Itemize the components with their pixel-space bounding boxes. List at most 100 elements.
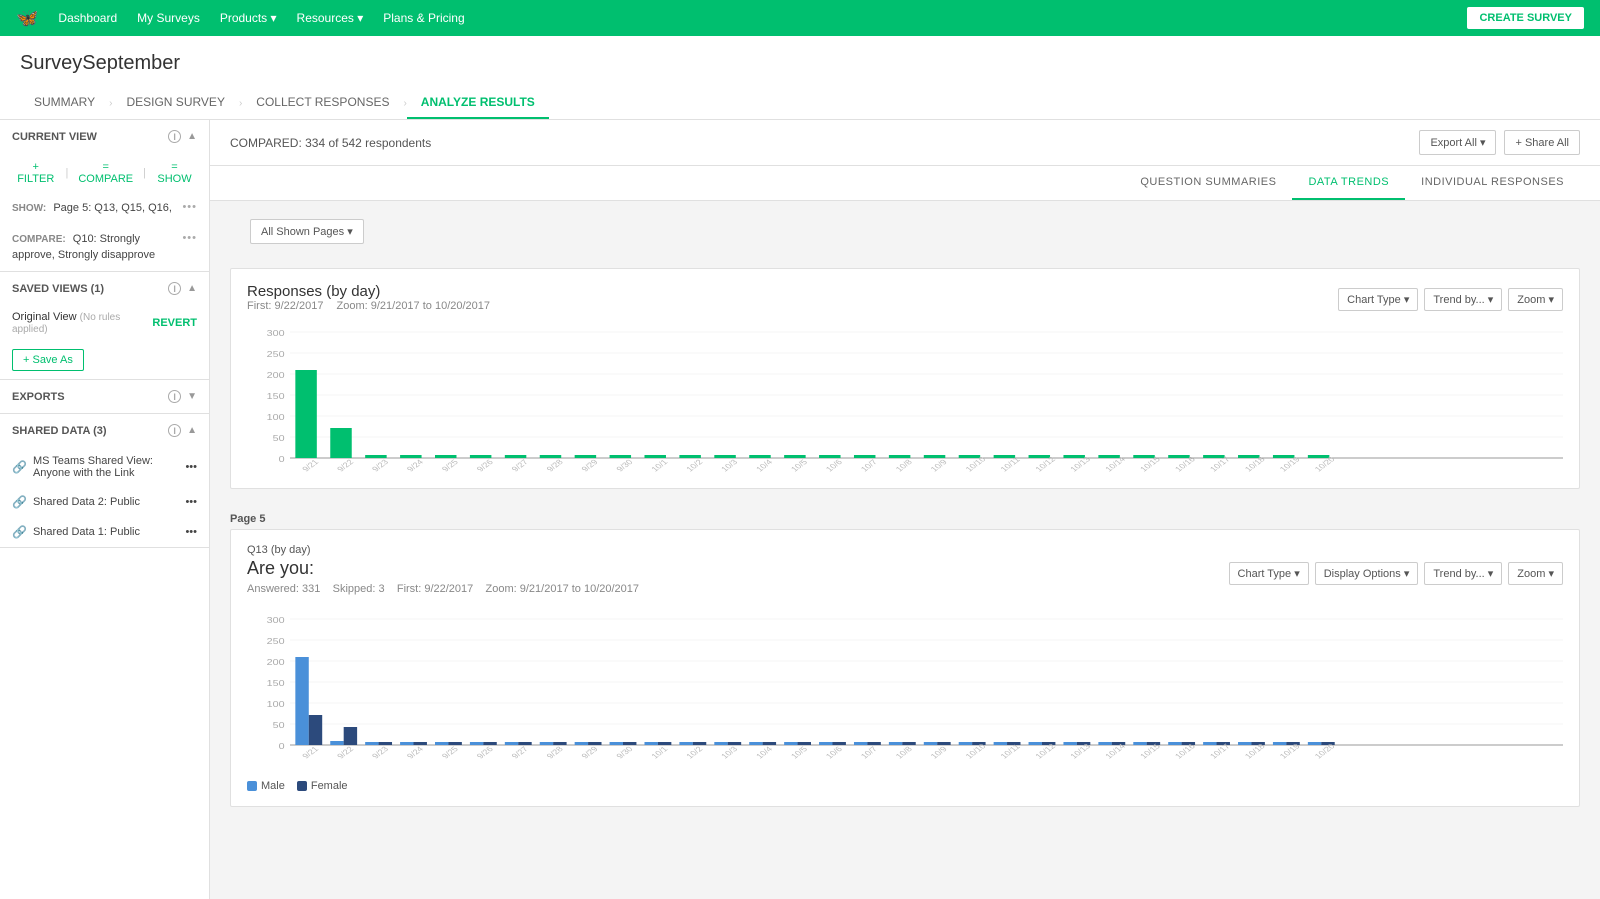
q13-number: Q13 (by day) <box>247 544 639 556</box>
svg-text:9/22: 9/22 <box>335 458 355 473</box>
pages-filter-button[interactable]: All Shown Pages ▾ <box>250 219 364 244</box>
shared-link-options-icon-2[interactable]: ••• <box>185 526 197 538</box>
shared-link-item-0[interactable]: 🔗 MS Teams Shared View: Anyone with the … <box>0 447 209 487</box>
current-view-info-icon[interactable]: i <box>168 130 181 143</box>
filter-button[interactable]: + FILTER <box>12 159 59 187</box>
respondents-text: COMPARED: 334 of 542 respondents <box>230 136 431 150</box>
q13-chart-type-btn[interactable]: Chart Type ▾ <box>1229 562 1309 585</box>
share-all-button[interactable]: + Share All <box>1504 130 1580 155</box>
show-options-icon[interactable]: ••• <box>182 201 197 213</box>
tab-collect-responses[interactable]: COLLECT RESPONSES <box>242 87 403 119</box>
page-tabs: SUMMARY › DESIGN SURVEY › COLLECT RESPON… <box>20 87 1580 119</box>
svg-text:100: 100 <box>267 700 285 709</box>
svg-text:10/4: 10/4 <box>754 458 774 473</box>
nav-left: 🦋 Dashboard My Surveys Products ▾ Resour… <box>16 8 465 29</box>
svg-text:10/4: 10/4 <box>754 745 774 760</box>
shared-link-options-icon-1[interactable]: ••• <box>185 496 197 508</box>
svg-text:9/25: 9/25 <box>440 458 460 473</box>
responses-zoom-btn[interactable]: Zoom ▾ <box>1508 288 1563 311</box>
q13-legend: Male Female <box>247 780 1563 792</box>
female-legend-color <box>297 781 307 791</box>
svg-text:10/5: 10/5 <box>789 458 809 473</box>
svg-text:300: 300 <box>267 616 285 625</box>
responses-chart-type-btn[interactable]: Chart Type ▾ <box>1338 288 1418 311</box>
tab-analyze-results[interactable]: ANALYZE RESULTS <box>407 87 549 119</box>
svg-text:200: 200 <box>267 658 285 667</box>
svg-text:9/27: 9/27 <box>510 745 530 760</box>
logo-icon[interactable]: 🦋 <box>16 8 38 29</box>
male-legend-color <box>247 781 257 791</box>
svg-text:9/29: 9/29 <box>580 745 600 760</box>
svg-text:9/22: 9/22 <box>335 745 355 760</box>
q13-zoom-btn[interactable]: Zoom ▾ <box>1508 562 1563 585</box>
exports-label: EXPORTS <box>12 391 65 403</box>
saved-views-label: SAVED VIEWS (1) <box>12 283 104 295</box>
top-navigation: 🦋 Dashboard My Surveys Products ▾ Resour… <box>0 0 1600 36</box>
compare-label: COMPARE: <box>12 234 66 245</box>
current-view-header[interactable]: CURRENT VIEW i ▲ <box>0 120 209 153</box>
show-button[interactable]: = SHOW <box>152 159 197 187</box>
svg-text:10/2: 10/2 <box>685 745 705 760</box>
q13-bar-chart-svg: 300 250 200 150 100 50 0 <box>247 611 1563 776</box>
responses-bar-chart: 300 250 200 150 100 50 0 <box>247 324 1563 474</box>
svg-text:9/24: 9/24 <box>405 458 425 473</box>
shared-data-label: SHARED DATA (3) <box>12 425 107 437</box>
tab-individual-responses[interactable]: INDIVIDUAL RESPONSES <box>1405 166 1580 200</box>
current-view-chevron-icon: ▲ <box>187 131 197 142</box>
q13-chart-controls: Chart Type ▾ Display Options ▾ Trend by.… <box>1229 562 1563 585</box>
compare-button[interactable]: = COMPARE <box>74 159 137 187</box>
save-as-button[interactable]: + Save As <box>12 349 84 371</box>
responses-bar-chart-svg: 300 250 200 150 100 50 0 <box>247 324 1563 474</box>
svg-text:0: 0 <box>279 742 285 751</box>
compare-row: COMPARE: Q10: Strongly approve, Strongly… <box>0 224 209 271</box>
tab-design-survey[interactable]: DESIGN SURVEY <box>112 87 238 119</box>
create-survey-button[interactable]: CREATE SURVEY <box>1467 7 1584 29</box>
svg-text:300: 300 <box>267 329 285 338</box>
shared-data-info-icon[interactable]: i <box>168 424 181 437</box>
responses-trend-btn[interactable]: Trend by... ▾ <box>1424 288 1502 311</box>
sidebar-section-saved-views: SAVED VIEWS (1) i ▲ Original View (No ru… <box>0 272 209 380</box>
tab-summary[interactable]: SUMMARY <box>20 87 109 119</box>
svg-text:9/26: 9/26 <box>475 458 495 473</box>
nav-my-surveys[interactable]: My Surveys <box>137 11 200 25</box>
page5-label: Page 5 <box>210 505 1600 529</box>
shared-link-item-2[interactable]: 🔗 Shared Data 1: Public ••• <box>0 517 209 547</box>
shared-link-text-2: Shared Data 1: Public <box>33 526 140 538</box>
q13-chart-container: Q13 (by day) Are you: Answered: 331 Skip… <box>230 529 1580 807</box>
nav-plans[interactable]: Plans & Pricing <box>383 11 464 25</box>
q13-legend-male: Male <box>247 780 285 792</box>
svg-text:10/7: 10/7 <box>859 458 879 473</box>
exports-header[interactable]: EXPORTS i ▼ <box>0 380 209 413</box>
revert-button[interactable]: REVERT <box>152 317 197 329</box>
responses-chart-first: First: 9/22/2017 <box>247 300 323 312</box>
svg-text:150: 150 <box>267 392 285 401</box>
tab-data-trends[interactable]: DATA TRENDS <box>1292 166 1405 200</box>
nav-products[interactable]: Products ▾ <box>220 11 277 25</box>
nav-resources[interactable]: Resources ▾ <box>297 11 364 25</box>
responses-chart-zoom: Zoom: 9/21/2017 to 10/20/2017 <box>337 300 491 312</box>
tab-question-summaries[interactable]: QUESTION SUMMARIES <box>1124 166 1292 200</box>
nav-dashboard[interactable]: Dashboard <box>58 11 117 25</box>
show-value: Page 5: Q13, Q15, Q16, <box>53 202 172 214</box>
shared-link-options-icon-0[interactable]: ••• <box>185 461 197 473</box>
q13-trend-btn[interactable]: Trend by... ▾ <box>1424 562 1502 585</box>
exports-info-icon[interactable]: i <box>168 390 181 403</box>
shared-link-item-1[interactable]: 🔗 Shared Data 2: Public ••• <box>0 487 209 517</box>
svg-text:10/1: 10/1 <box>650 458 670 473</box>
svg-text:10/9: 10/9 <box>929 745 949 760</box>
q13-display-options-btn[interactable]: Display Options ▾ <box>1315 562 1419 585</box>
svg-text:10/3: 10/3 <box>719 745 739 760</box>
page-header: SurveySeptember SUMMARY › DESIGN SURVEY … <box>0 36 1600 120</box>
svg-text:10/6: 10/6 <box>824 745 844 760</box>
svg-text:10/2: 10/2 <box>685 458 705 473</box>
saved-views-header[interactable]: SAVED VIEWS (1) i ▲ <box>0 272 209 305</box>
exports-chevron-icon: ▼ <box>187 391 197 402</box>
svg-text:9/23: 9/23 <box>370 745 390 760</box>
saved-views-info-icon[interactable]: i <box>168 282 181 295</box>
compare-options-icon[interactable]: ••• <box>182 232 197 244</box>
shared-link-text-1: Shared Data 2: Public <box>33 496 140 508</box>
sidebar-section-shared-data: SHARED DATA (3) i ▲ 🔗 MS Teams Shared Vi… <box>0 414 209 548</box>
shared-data-header[interactable]: SHARED DATA (3) i ▲ <box>0 414 209 447</box>
q13-title: Are you: <box>247 558 639 579</box>
export-all-button[interactable]: Export All ▾ <box>1419 130 1496 155</box>
